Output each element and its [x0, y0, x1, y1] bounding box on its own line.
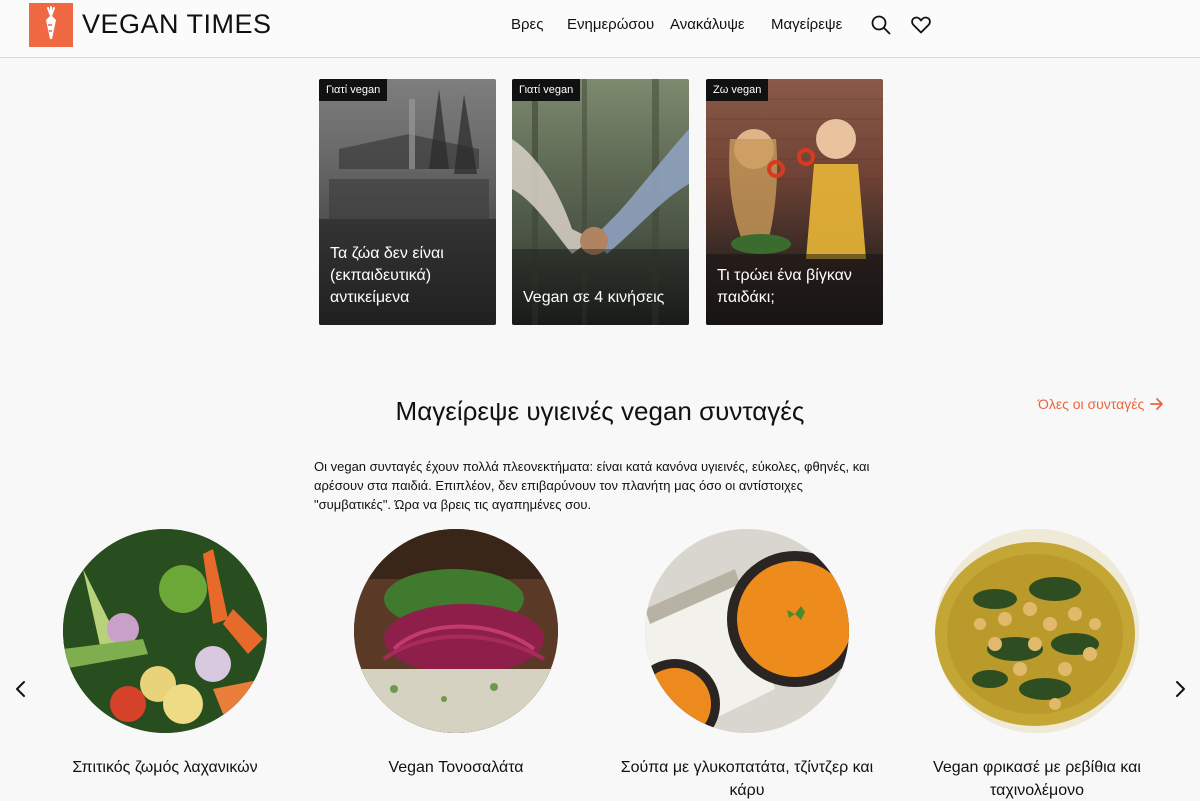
- section-intro: Οι vegan συνταγές έχουν πολλά πλεονεκτήμ…: [314, 459, 870, 512]
- sweet-potato-soup-image: [645, 529, 849, 733]
- site-header: VEGAN TIMES Βρες Ενημερώσου Ανακάλυψε Μα…: [0, 0, 1200, 58]
- chevron-left-icon[interactable]: [11, 678, 31, 700]
- recipe-title[interactable]: Σπιτικός ζωμός λαχανικών: [35, 756, 295, 779]
- recipe-image[interactable]: [935, 529, 1139, 733]
- search-icon[interactable]: [870, 14, 892, 36]
- featured-card[interactable]: Ζω vegan Τι τρώει ένα βίγκαν παιδάκι;: [706, 79, 883, 325]
- recipe-image[interactable]: [354, 529, 558, 733]
- nav-item-discover[interactable]: Ανακάλυψε: [670, 16, 745, 33]
- card-tag[interactable]: Γιατί vegan: [512, 79, 581, 101]
- logo[interactable]: [29, 3, 73, 47]
- all-recipes-label: Όλες οι συνταγές: [1038, 396, 1145, 412]
- nav-item-find[interactable]: Βρες: [511, 16, 543, 33]
- heart-icon[interactable]: [910, 14, 932, 36]
- recipe-title[interactable]: Σούπα με γλυκοπατάτα, τζίντζερ και κάρυ: [617, 756, 877, 801]
- card-title[interactable]: Τα ζώα δεν είναι (εκπαιδευτικά) αντικείμ…: [330, 243, 486, 309]
- recipe-image[interactable]: [63, 529, 267, 733]
- recipe-image[interactable]: [645, 529, 849, 733]
- carrot-icon: [46, 6, 56, 39]
- all-recipes-link[interactable]: Όλες οι συνταγές: [1038, 396, 1164, 412]
- card-tag[interactable]: Γιατί vegan: [319, 79, 388, 101]
- card-tag[interactable]: Ζω vegan: [706, 79, 769, 101]
- section-title: Μαγείρεψε υγιεινές vegan συνταγές: [395, 396, 805, 426]
- recipe-title[interactable]: Vegan φρικασέ με ρεβίθια και ταχινολέμον…: [907, 756, 1167, 801]
- featured-card[interactable]: Γιατί vegan Vegan σε 4 κινήσεις: [512, 79, 689, 325]
- fricassee-image: [935, 529, 1139, 733]
- nav-item-cook[interactable]: Μαγείρεψε: [771, 16, 842, 33]
- vegetables-image: [63, 529, 267, 733]
- featured-card[interactable]: Γιατί vegan Τα ζώα δεν είναι (εκπαιδευτι…: [319, 79, 496, 325]
- card-title[interactable]: Vegan σε 4 κινήσεις: [523, 287, 679, 309]
- tuna-salad-image: [354, 529, 558, 733]
- recipe-title[interactable]: Vegan Τονοσαλάτα: [326, 756, 586, 779]
- card-title[interactable]: Τι τρώει ένα βίγκαν παιδάκι;: [717, 265, 873, 309]
- chevron-right-icon[interactable]: [1170, 678, 1190, 700]
- arrow-right-icon: [1150, 398, 1164, 410]
- nav-item-news[interactable]: Ενημερώσου: [567, 16, 654, 33]
- brand-name[interactable]: VEGAN TIMES: [82, 9, 272, 40]
